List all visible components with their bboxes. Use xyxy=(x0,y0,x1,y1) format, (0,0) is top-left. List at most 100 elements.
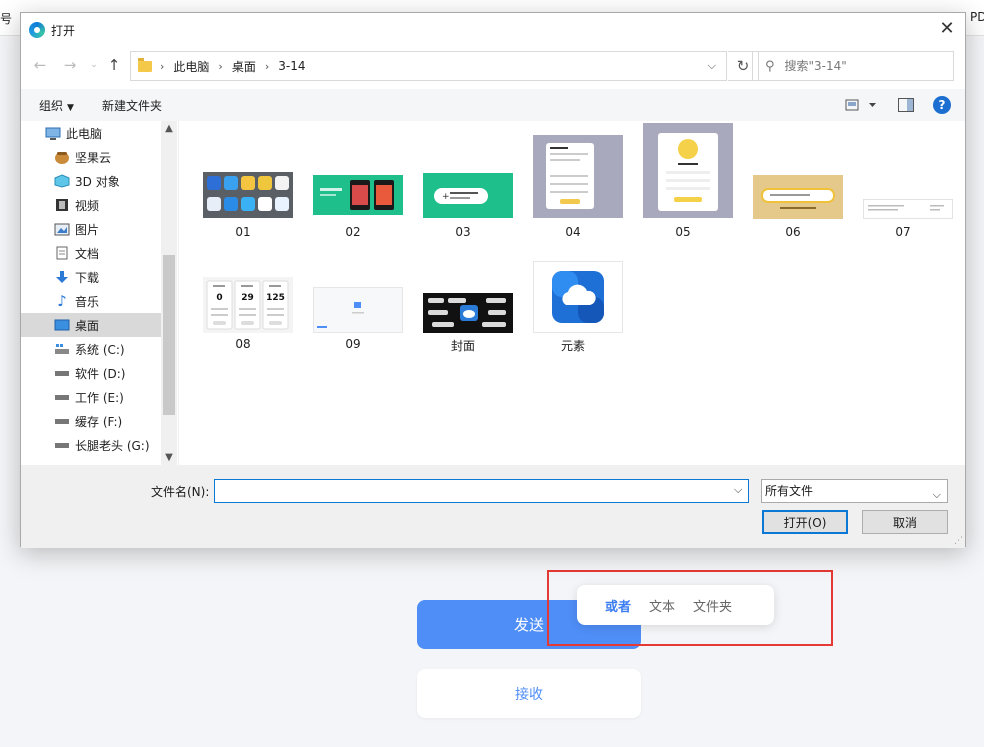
file-tile[interactable]: 元素 xyxy=(521,239,625,353)
preview-pane-icon[interactable] xyxy=(898,98,914,112)
nav-item-label: 3D 对象 xyxy=(75,174,120,189)
nav-item-label: 下载 xyxy=(75,270,100,285)
scroll-up-icon[interactable]: ▲ xyxy=(161,123,177,134)
yellow-avatar-card-thumbnail xyxy=(643,123,733,218)
send-type-popover: 或者 文本 文件夹 xyxy=(577,585,774,625)
file-type-select[interactable]: 所有文件 ⌵ xyxy=(761,479,948,503)
search-box[interactable]: ⚲ xyxy=(752,51,954,81)
computer-icon xyxy=(45,126,61,140)
nav-item-this-pc[interactable]: 此电脑 xyxy=(21,121,177,145)
address-dropdown-chevron-icon[interactable]: ⌵ xyxy=(708,59,716,73)
picture-icon xyxy=(54,222,70,236)
file-name: 04 xyxy=(565,225,581,239)
file-grid: 01 02 + 03 04 05 06 07 0 29 125 08 09 封面… xyxy=(178,121,967,465)
organize-menu[interactable]: 组织 ▼ xyxy=(39,97,74,114)
nut-cloud-icon xyxy=(54,150,70,164)
file-tile[interactable]: 04 xyxy=(521,127,625,239)
navigation-pane: 此电脑 坚果云 3D 对象 视频 图片 文档 下载 ♪ 音乐 桌面 系统 (C:… xyxy=(21,121,177,465)
blank-page-thumbnail xyxy=(313,287,403,333)
edge-browser-icon xyxy=(29,22,45,38)
nav-item-label: 图片 xyxy=(75,222,100,237)
nav-item-desktop[interactable]: 桌面 xyxy=(21,313,177,337)
file-name-input[interactable] xyxy=(214,479,749,503)
file-tile[interactable]: 06 xyxy=(741,127,845,239)
recent-locations-chevron-icon[interactable]: ⌄ xyxy=(85,56,103,74)
nav-item-downloads[interactable]: 下载 xyxy=(21,265,177,289)
nav-item-documents[interactable]: 文档 xyxy=(21,241,177,265)
file-name: 封面 xyxy=(450,339,475,353)
nav-item-drive-e[interactable]: 工作 (E:) xyxy=(21,385,177,409)
nav-item-drive-g[interactable]: 长腿老头 (G:) xyxy=(21,433,177,457)
popover-option-or[interactable]: 或者 xyxy=(605,596,631,615)
svg-text:+: + xyxy=(442,192,450,202)
bookmark-fragment[interactable]: 号 xyxy=(0,10,12,27)
breadcrumb-this-pc[interactable]: 此电脑 xyxy=(173,58,209,75)
close-icon[interactable]: ✕ xyxy=(937,19,957,39)
nav-item-nut-cloud[interactable]: 坚果云 xyxy=(21,145,177,169)
breadcrumb-separator-icon[interactable]: › xyxy=(218,60,222,73)
forward-arrow-icon[interactable]: → xyxy=(61,56,79,74)
breadcrumb-desktop[interactable]: 桌面 xyxy=(232,58,256,75)
music-icon: ♪ xyxy=(57,292,67,310)
popover-option-text[interactable]: 文本 xyxy=(649,596,675,615)
navigation-row: ← → ⌄ ↑ › 此电脑 › 桌面 › 3-14 ⌵ ↻ ⚲ xyxy=(21,49,965,83)
nav-item-pictures[interactable]: 图片 xyxy=(21,217,177,241)
stat-value: 125 xyxy=(266,293,285,303)
blue-cloud-app-icon xyxy=(533,261,623,333)
search-icon: ⚲ xyxy=(765,58,775,74)
file-name: 05 xyxy=(675,225,691,239)
nav-item-label: 此电脑 xyxy=(66,126,103,141)
open-button[interactable]: 打开(O) xyxy=(762,510,848,534)
help-icon[interactable]: ? xyxy=(933,96,951,114)
scroll-down-icon[interactable]: ▼ xyxy=(161,452,177,463)
desktop-icon xyxy=(54,318,70,332)
dialog-footer: 文件名(N): ⌵ 所有文件 ⌵ 打开(O) 取消 ⋰ xyxy=(21,465,965,548)
file-name-dropdown-chevron-icon[interactable]: ⌵ xyxy=(734,483,742,497)
resize-grip-icon[interactable]: ⋰ xyxy=(954,536,963,546)
nav-item-3d-objects[interactable]: 3D 对象 xyxy=(21,169,177,193)
chevron-down-icon: ⌵ xyxy=(932,488,941,501)
file-tile[interactable]: 01 xyxy=(191,127,295,239)
nav-item-drive-c[interactable]: 系统 (C:) xyxy=(21,337,177,361)
stats-cards-thumbnail: 0 29 125 xyxy=(203,277,293,333)
file-name: 08 xyxy=(235,337,251,351)
file-tile[interactable]: 07 xyxy=(851,127,955,239)
popover-option-folder[interactable]: 文件夹 xyxy=(693,596,732,615)
drive-icon xyxy=(54,366,70,380)
bookmark-fragment[interactable]: PD xyxy=(970,10,984,24)
breadcrumb-separator-icon[interactable]: › xyxy=(160,60,164,73)
breadcrumb-separator-icon[interactable]: › xyxy=(265,60,269,73)
file-tile[interactable]: 09 xyxy=(301,239,405,351)
green-cards-thumbnail xyxy=(313,175,403,215)
search-input[interactable] xyxy=(784,59,935,73)
file-tile[interactable]: 02 xyxy=(301,127,405,239)
scrollbar-thumb[interactable] xyxy=(163,255,175,415)
cancel-button[interactable]: 取消 xyxy=(862,510,948,534)
file-tile[interactable]: 05 xyxy=(631,123,735,239)
drive-icon xyxy=(54,390,70,404)
nav-item-drive-f[interactable]: 缓存 (F:) xyxy=(21,409,177,433)
nav-item-label: 缓存 (F:) xyxy=(75,414,123,429)
nav-item-drive-d[interactable]: 软件 (D:) xyxy=(21,361,177,385)
nav-item-label: 坚果云 xyxy=(75,150,112,165)
app-icons-grid-thumbnail xyxy=(203,172,293,218)
up-arrow-icon[interactable]: ↑ xyxy=(105,56,123,74)
file-tile[interactable]: + 03 xyxy=(411,127,515,239)
nav-pane-scrollbar[interactable]: ▲ ▼ xyxy=(161,121,177,465)
receive-button[interactable]: 接收 xyxy=(417,669,641,718)
command-bar: 组织 ▼ 新建文件夹 ? xyxy=(21,89,965,121)
back-arrow-icon[interactable]: ← xyxy=(31,56,49,74)
new-folder-button[interactable]: 新建文件夹 xyxy=(102,97,162,114)
file-tile[interactable]: 封面 xyxy=(411,239,515,353)
file-name: 02 xyxy=(345,225,361,239)
nav-item-label: 文档 xyxy=(75,246,100,261)
view-options-icon[interactable] xyxy=(845,98,881,112)
nav-item-music[interactable]: ♪ 音乐 xyxy=(21,289,177,313)
dark-cover-thumbnail xyxy=(423,293,513,333)
white-list-thumbnail xyxy=(863,199,953,219)
nav-item-label: 工作 (E:) xyxy=(75,390,124,405)
breadcrumb-current-folder[interactable]: 3-14 xyxy=(278,59,305,73)
address-bar[interactable]: › 此电脑 › 桌面 › 3-14 ⌵ xyxy=(130,51,727,81)
nav-item-videos[interactable]: 视频 xyxy=(21,193,177,217)
file-tile[interactable]: 0 29 125 08 xyxy=(191,239,295,351)
